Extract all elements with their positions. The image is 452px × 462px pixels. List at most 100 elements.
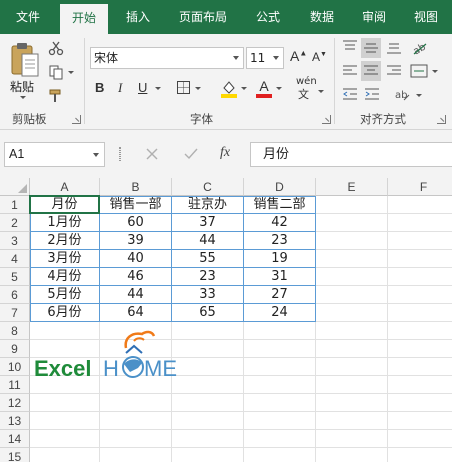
align-right-icon[interactable]	[386, 64, 402, 78]
table-cell[interactable]: 55	[172, 250, 243, 267]
formula-bar-grip[interactable]	[119, 147, 121, 161]
table-cell[interactable]: 4月份	[30, 268, 99, 285]
row-header-12[interactable]: 12	[0, 394, 30, 412]
row-header-7[interactable]: 7	[0, 304, 30, 322]
table-cell[interactable]: 2月份	[30, 232, 99, 249]
italic-icon[interactable]: I	[118, 80, 122, 96]
column-header-f[interactable]: F	[388, 178, 452, 196]
font-launcher-icon[interactable]	[322, 115, 331, 124]
name-box[interactable]: A1	[4, 142, 105, 167]
row-header-15[interactable]: 15	[0, 448, 30, 462]
tab-page-layout[interactable]: 页面布局	[170, 0, 236, 34]
font-color-dropdown-icon[interactable]	[276, 87, 282, 90]
table-cell[interactable]: 64	[100, 304, 171, 321]
underline-dropdown-icon[interactable]	[155, 87, 161, 90]
row-header-6[interactable]: 6	[0, 286, 30, 304]
row-header-5[interactable]: 5	[0, 268, 30, 286]
tab-view[interactable]: 视图	[404, 0, 448, 34]
shrink-font-icon[interactable]: A▼	[312, 50, 327, 64]
table-cell[interactable]: 23	[172, 268, 243, 285]
table-cell[interactable]: 3月份	[30, 250, 99, 267]
tab-file[interactable]: 文件	[4, 0, 52, 34]
copy-icon[interactable]	[48, 64, 64, 80]
table-cell[interactable]: 33	[172, 286, 243, 303]
alignment-launcher-icon[interactable]	[437, 115, 446, 124]
table-cell[interactable]: 24	[244, 304, 315, 321]
paste-label[interactable]: 粘贴	[10, 78, 34, 95]
tab-review[interactable]: 审阅	[352, 0, 396, 34]
table-cell[interactable]: 1月份	[30, 214, 99, 231]
table-cell[interactable]: 42	[244, 214, 315, 231]
font-size-combo[interactable]: 11	[246, 47, 284, 69]
format-painter-icon[interactable]	[48, 88, 64, 104]
font-name-combo[interactable]: 宋体	[90, 47, 244, 69]
row-header-10[interactable]: 10	[0, 358, 30, 376]
active-cell-a1[interactable]	[29, 195, 100, 214]
clipboard-launcher-icon[interactable]	[72, 115, 81, 124]
cancel-icon[interactable]	[146, 148, 158, 160]
enter-icon[interactable]	[184, 148, 198, 160]
phonetic-dropdown-icon[interactable]	[318, 90, 324, 93]
align-left-icon[interactable]	[342, 64, 358, 78]
row-header-9[interactable]: 9	[0, 340, 30, 358]
bold-icon[interactable]: B	[95, 80, 104, 95]
merge-dropdown-icon[interactable]	[432, 70, 438, 73]
row-header-1[interactable]: 1	[0, 196, 30, 214]
table-cell[interactable]: 39	[100, 232, 171, 249]
row-header-11[interactable]: 11	[0, 376, 30, 394]
row-header-3[interactable]: 3	[0, 232, 30, 250]
underline-icon[interactable]: U	[138, 80, 147, 95]
copy-dropdown-icon[interactable]	[68, 71, 74, 74]
grow-font-icon[interactable]: A▲	[290, 48, 307, 64]
tab-formulas[interactable]: 公式	[246, 0, 290, 34]
formula-input[interactable]: 月份	[250, 142, 452, 167]
table-cell[interactable]: 19	[244, 250, 315, 267]
worksheet-grid[interactable]: A B C D E F 1 2 3 4 5 6 7 8 9 10 11 12 13 14 15 月份 销售一部 驻京办 销售二部…	[0, 178, 452, 462]
align-top-icon[interactable]	[342, 40, 358, 54]
orientation-icon[interactable]: ab	[410, 38, 428, 56]
cut-icon[interactable]	[48, 40, 64, 56]
table-cell[interactable]: 23	[244, 232, 315, 249]
table-header-cell[interactable]: 销售一部	[100, 196, 171, 213]
column-header-b[interactable]: B	[100, 178, 172, 196]
decrease-indent-icon[interactable]	[342, 87, 358, 101]
table-header-cell[interactable]: 销售二部	[244, 196, 315, 213]
row-header-14[interactable]: 14	[0, 430, 30, 448]
increase-indent-icon[interactable]	[364, 87, 380, 101]
select-all-button[interactable]	[0, 178, 30, 196]
table-cell[interactable]: 44	[100, 286, 171, 303]
row-header-8[interactable]: 8	[0, 322, 30, 340]
font-color-icon[interactable]: A	[256, 78, 272, 94]
table-cell[interactable]: 5月份	[30, 286, 99, 303]
row-header-4[interactable]: 4	[0, 250, 30, 268]
column-header-a[interactable]: A	[30, 178, 100, 196]
tab-insert[interactable]: 插入	[114, 0, 162, 34]
borders-dropdown-icon[interactable]	[195, 87, 201, 90]
table-cell[interactable]: 31	[244, 268, 315, 285]
table-cell[interactable]: 60	[100, 214, 171, 231]
wrap-dropdown-icon[interactable]	[416, 94, 422, 97]
row-header-2[interactable]: 2	[0, 214, 30, 232]
table-cell[interactable]: 44	[172, 232, 243, 249]
table-cell[interactable]: 46	[100, 268, 171, 285]
table-cell[interactable]: 27	[244, 286, 315, 303]
borders-icon[interactable]	[176, 80, 191, 95]
paste-icon[interactable]	[8, 40, 42, 80]
column-header-c[interactable]: C	[172, 178, 244, 196]
table-cell[interactable]: 65	[172, 304, 243, 321]
tab-home[interactable]: 开始	[60, 4, 108, 34]
paste-dropdown-icon[interactable]	[20, 96, 26, 99]
wrap-text-icon[interactable]: ab	[394, 85, 412, 103]
fill-color-icon[interactable]	[220, 78, 238, 98]
table-cell[interactable]: 37	[172, 214, 243, 231]
row-header-13[interactable]: 13	[0, 412, 30, 430]
column-header-d[interactable]: D	[244, 178, 316, 196]
tab-data[interactable]: 数据	[300, 0, 344, 34]
table-header-cell[interactable]: 驻京办	[172, 196, 243, 213]
table-cell[interactable]: 6月份	[30, 304, 99, 321]
column-header-e[interactable]: E	[316, 178, 388, 196]
insert-function-icon[interactable]: fx	[220, 145, 230, 161]
align-bottom-icon[interactable]	[386, 41, 402, 55]
fill-color-dropdown-icon[interactable]	[241, 87, 247, 90]
merge-center-icon[interactable]	[410, 63, 428, 79]
